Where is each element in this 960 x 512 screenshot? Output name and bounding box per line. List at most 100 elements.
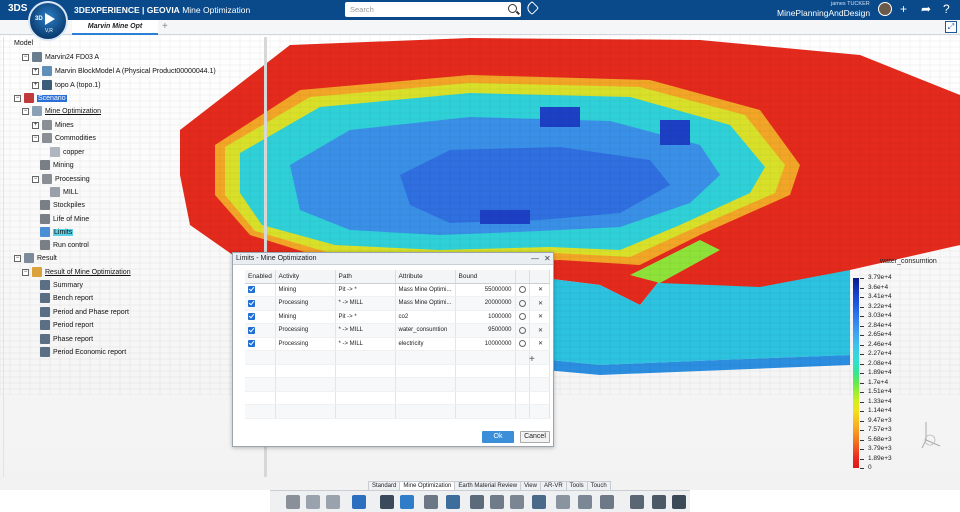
clock-icon[interactable]: [518, 326, 526, 334]
collapse-icon[interactable]: −: [14, 94, 21, 102]
path-cell[interactable]: Pit -> *: [335, 283, 396, 297]
tree-mines[interactable]: + Mines: [32, 120, 74, 132]
plus-icon[interactable]: +: [900, 3, 907, 15]
cut-icon[interactable]: [286, 495, 300, 509]
play-icon[interactable]: [45, 13, 55, 25]
collapse-icon[interactable]: −: [22, 53, 29, 61]
table-row[interactable]: Mining Pit -> * Mass Mine Optimi... 5500…: [245, 283, 550, 297]
collapse-icon[interactable]: −: [32, 134, 39, 142]
dialog-title-bar[interactable]: Limits - Mine Optimization — ✕: [233, 253, 553, 265]
column-header[interactable]: Bound: [455, 270, 516, 284]
truck-tool-icon[interactable]: [470, 495, 484, 509]
path-cell[interactable]: * -> MILL: [335, 337, 396, 351]
bound-cell[interactable]: 20000000: [455, 296, 516, 311]
attribute-cell[interactable]: Mass Mine Optimi...: [395, 296, 456, 311]
expand-icon[interactable]: +: [32, 121, 39, 129]
enabled-checkbox[interactable]: [248, 313, 255, 321]
tree-run-control[interactable]: Run control: [40, 240, 89, 252]
tree-period-phase-report[interactable]: Period and Phase report: [40, 307, 129, 319]
collapse-icon[interactable]: −: [14, 254, 21, 262]
tree-mining[interactable]: Mining: [40, 160, 74, 172]
attribute-cell[interactable]: co2: [395, 310, 456, 324]
tab-marvin-mine-opt[interactable]: Marvin Mine Opt: [72, 20, 158, 35]
attribute-cell[interactable]: water_consumtion: [395, 323, 456, 338]
export-tool-icon[interactable]: [652, 495, 666, 509]
tree-mine-opt[interactable]: − Mine Optimization: [22, 106, 101, 118]
tree-model[interactable]: Model: [14, 38, 33, 50]
collapse-icon[interactable]: −: [22, 268, 29, 276]
enabled-checkbox[interactable]: [248, 326, 255, 334]
tree-processing[interactable]: − Processing: [32, 174, 90, 186]
settings-tool-icon[interactable]: [672, 495, 686, 509]
undo-icon[interactable]: [352, 495, 366, 509]
bound-cell[interactable]: 9500000: [455, 323, 516, 338]
delete-row-icon[interactable]: ✕: [529, 310, 550, 324]
collapse-icon[interactable]: −: [22, 107, 29, 115]
search-input[interactable]: Search: [350, 5, 374, 14]
tree-period-report[interactable]: Period report: [40, 320, 93, 332]
table-row[interactable]: Processing * -> MILL Mass Mine Optimi...…: [245, 296, 550, 311]
tag-icon[interactable]: [524, 0, 540, 16]
table-icon[interactable]: [446, 495, 460, 509]
collapse-icon[interactable]: −: [32, 175, 39, 183]
block-icon[interactable]: [424, 495, 438, 509]
result-tool-icon[interactable]: [630, 495, 644, 509]
tree-blockmodel[interactable]: + Marvin BlockModel A (Physical Product00…: [32, 66, 216, 78]
tree-copper[interactable]: copper: [50, 147, 84, 159]
add-tab-button[interactable]: +: [162, 21, 168, 32]
enabled-checkbox[interactable]: [248, 286, 255, 294]
activity-cell[interactable]: Mining: [275, 310, 336, 324]
path-cell[interactable]: * -> MILL: [335, 323, 396, 338]
clock-icon[interactable]: [518, 340, 526, 348]
delete-row-icon[interactable]: ✕: [529, 296, 550, 311]
help-icon[interactable]: ?: [943, 3, 950, 15]
table-row[interactable]: Processing * -> MILL water_consumtion 95…: [245, 323, 550, 338]
delete-row-icon[interactable]: ✕: [529, 323, 550, 338]
paste-icon[interactable]: [326, 495, 340, 509]
cancel-button[interactable]: Cancel: [520, 431, 550, 443]
tree-life-of-mine[interactable]: Life of Mine: [40, 214, 89, 226]
activity-cell[interactable]: Processing: [275, 296, 336, 311]
chart-tool-icon[interactable]: [510, 495, 524, 509]
search-icon[interactable]: [508, 4, 517, 13]
enabled-checkbox[interactable]: [248, 340, 255, 348]
avatar[interactable]: [878, 2, 892, 16]
attribute-cell[interactable]: Mass Mine Optimi...: [395, 283, 456, 297]
copy-icon[interactable]: [306, 495, 320, 509]
settings-icon[interactable]: [400, 495, 414, 509]
share-icon[interactable]: ➦: [921, 3, 931, 15]
run-tool-icon[interactable]: [600, 495, 614, 509]
processing-tool-icon[interactable]: [532, 495, 546, 509]
report-tool-icon[interactable]: [490, 495, 504, 509]
zoom-icon[interactable]: [380, 495, 394, 509]
clock-icon[interactable]: [518, 313, 526, 321]
close-icon[interactable]: ✕: [544, 253, 551, 265]
clock-icon[interactable]: [518, 299, 526, 307]
column-header[interactable]: Attribute: [395, 270, 456, 284]
table-row[interactable]: Processing * -> MILL electricity 1000000…: [245, 337, 550, 351]
attribute-cell[interactable]: electricity: [395, 337, 456, 351]
bound-cell[interactable]: 10000000: [455, 337, 516, 351]
tree-stockpiles[interactable]: Stockpiles: [40, 200, 85, 212]
tree-phase-report[interactable]: Phase report: [40, 334, 93, 346]
tree-commodities[interactable]: − Commodities: [32, 133, 96, 145]
activity-cell[interactable]: Mining: [275, 283, 336, 297]
compass[interactable]: 3D V,R: [28, 1, 68, 41]
limits-tool-icon[interactable]: [578, 495, 592, 509]
ok-button[interactable]: Ok: [482, 431, 514, 443]
tree-scenario[interactable]: − Scenario: [14, 93, 67, 105]
column-header[interactable]: Path: [335, 270, 396, 284]
path-cell[interactable]: * -> MILL: [335, 296, 396, 311]
clock-icon[interactable]: [518, 286, 526, 294]
add-row-icon[interactable]: +: [529, 354, 535, 365]
bound-cell[interactable]: 1000000: [455, 310, 516, 324]
column-header[interactable]: Enabled: [245, 270, 276, 284]
tree-limits[interactable]: Limits: [40, 227, 74, 239]
tree-topo[interactable]: + topo A (topo.1): [32, 80, 101, 92]
tree-result[interactable]: − Result: [14, 253, 57, 265]
table-row[interactable]: Mining Pit -> * co2 1000000 ✕: [245, 310, 550, 324]
bound-cell[interactable]: 55000000: [455, 283, 516, 297]
enabled-checkbox[interactable]: [248, 299, 255, 307]
tree-period-economic-report[interactable]: Period Economic report: [40, 347, 126, 359]
tree-marvin-fd[interactable]: − Marvin24 FD03 A: [22, 52, 99, 64]
